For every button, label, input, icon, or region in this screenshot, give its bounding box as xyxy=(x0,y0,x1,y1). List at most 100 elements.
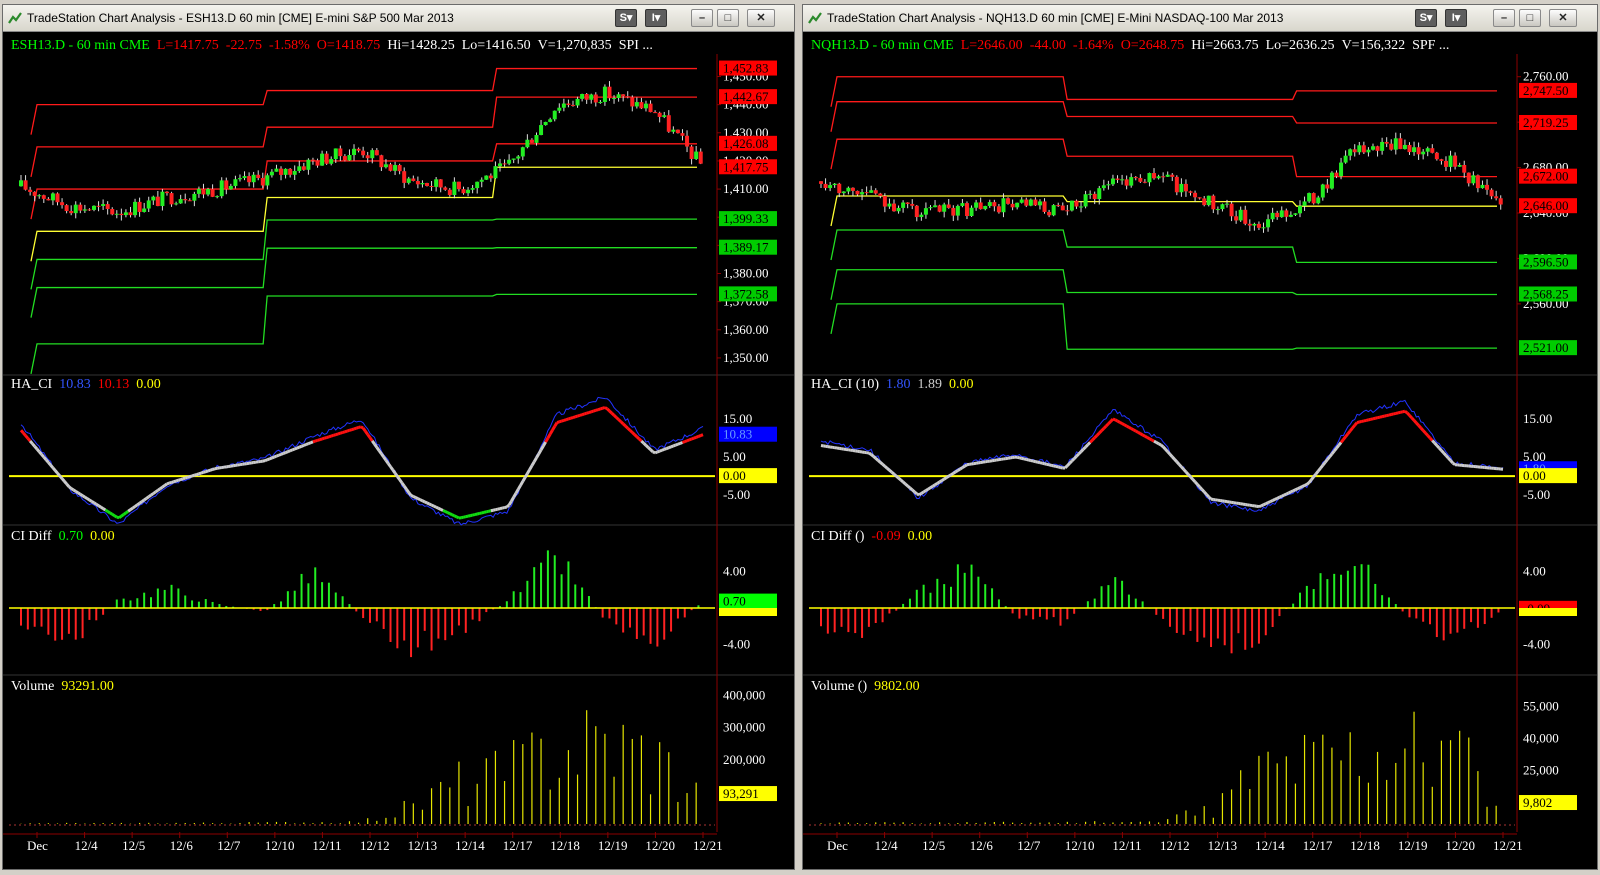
ha-ci-line-segment xyxy=(44,458,50,464)
candle-body xyxy=(616,94,621,98)
candle-body xyxy=(347,155,352,161)
pivot-line-r2 xyxy=(30,96,697,177)
ha-ci-line-segment xyxy=(1290,489,1294,494)
close-button[interactable]: ✕ xyxy=(747,9,775,27)
candle-body xyxy=(837,183,842,194)
s-menu-button[interactable]: S▾ xyxy=(1415,9,1437,27)
candle-body xyxy=(1416,147,1421,155)
close-button[interactable]: ✕ xyxy=(1549,9,1577,27)
ha-ci-line-segment xyxy=(42,456,48,461)
ha-ci-line-segment xyxy=(58,474,64,480)
ha-ci-line-segment xyxy=(1435,444,1441,450)
ha-ci-value-1: 10.83 xyxy=(59,377,91,392)
ha-ci-line-segment xyxy=(1162,445,1167,451)
ha-ci-line-segment xyxy=(400,481,406,487)
ha-ci-line-segment xyxy=(321,436,325,441)
ha-ci-line-segment xyxy=(40,453,45,459)
candle-body xyxy=(580,94,585,99)
ha-ci-line-segment xyxy=(152,490,157,495)
ha-ci-line-segment xyxy=(1063,464,1069,470)
window-titlebar[interactable]: TradeStation Chart Analysis - ESH13.D 60… xyxy=(3,5,794,32)
maximize-button[interactable]: □ xyxy=(1519,9,1541,27)
minimize-button[interactable]: – xyxy=(1493,9,1515,27)
ha-ci-line-segment xyxy=(1066,462,1071,467)
ha-ci-line-segment xyxy=(446,511,451,516)
ha-ci-line-segment xyxy=(1095,432,1101,437)
ha-ci-line-segment xyxy=(342,430,346,434)
date-tick-label: 12/19 xyxy=(1398,838,1428,853)
candle-body xyxy=(1106,184,1111,186)
minimize-button[interactable]: – xyxy=(691,9,713,27)
ha-ci-line-segment xyxy=(67,485,73,490)
candle-body xyxy=(1088,193,1093,195)
candle-body xyxy=(215,196,220,198)
ha-ci-line-segment xyxy=(507,500,513,506)
ha-ci-line-segment xyxy=(886,467,891,472)
ha-ci-line-segment xyxy=(595,408,599,412)
candle-body xyxy=(1120,179,1125,181)
ha-ci-line-segment xyxy=(1265,501,1269,506)
ha-ci-line-segment xyxy=(1440,449,1445,455)
candle-body xyxy=(630,97,635,107)
ha-ci-line-segment xyxy=(1032,459,1036,464)
ha-ci-line-segment xyxy=(512,492,518,498)
ha-ci-line-segment xyxy=(877,459,882,464)
candle-body xyxy=(164,191,169,194)
ha-ci-line-segment xyxy=(77,491,82,496)
ha-ci-line-segment xyxy=(479,511,483,515)
maximize-button[interactable]: □ xyxy=(717,9,739,27)
candle-body xyxy=(1393,138,1398,150)
candle-body xyxy=(1015,202,1020,208)
ha-ci-line-segment xyxy=(1203,490,1208,496)
ha-ci-line-segment xyxy=(488,509,492,513)
i-menu-button[interactable]: I▾ xyxy=(1445,9,1467,27)
candle-body xyxy=(142,208,147,212)
ha-ci-line-segment xyxy=(366,433,372,439)
ha-ci-line-segment xyxy=(1283,492,1287,497)
candle-body xyxy=(1485,184,1490,190)
ha-ci-line-segment xyxy=(465,514,469,519)
ha-ci-line-segment xyxy=(353,426,357,431)
chart-area[interactable]: 1,450.001,440.001,430.001,420.001,410.00… xyxy=(3,32,794,869)
pivot-line-pp xyxy=(830,195,1497,227)
candle-body xyxy=(365,155,370,159)
ha-ci-line-segment xyxy=(97,504,102,509)
candle-body xyxy=(919,214,924,218)
candle-body xyxy=(539,125,544,136)
chart-area[interactable]: 2,760.002,720.002,680.002,640.002,600.00… xyxy=(803,32,1597,869)
i-menu-button[interactable]: I▾ xyxy=(645,9,667,27)
ha-ci-line-segment xyxy=(1189,475,1194,481)
ha-ci-line-segment xyxy=(187,475,191,479)
ha-ci-line-segment xyxy=(118,514,123,519)
ha-ci-line-segment xyxy=(398,478,404,484)
candle-body xyxy=(639,102,644,109)
ha-ci-line-segment xyxy=(874,457,880,462)
candle-body xyxy=(1147,173,1152,183)
candle-body xyxy=(1402,144,1407,150)
ha-ci-line-segment xyxy=(1030,459,1034,463)
window-titlebar[interactable]: TradeStation Chart Analysis - NQH13.D 60… xyxy=(803,5,1597,32)
ha-ci-line-segment xyxy=(597,407,601,412)
ha-ci-line-segment xyxy=(1028,458,1032,462)
candle-body xyxy=(1156,176,1161,179)
ha-ci-line-segment xyxy=(1044,462,1048,466)
s-menu-button[interactable]: S▾ xyxy=(615,9,637,27)
ha-ci-line-segment xyxy=(161,484,166,489)
candle-body xyxy=(78,204,83,211)
candle-body xyxy=(265,175,270,186)
ha-ci-line-segment xyxy=(1278,494,1283,499)
ha-ci-line-segment xyxy=(147,493,152,498)
ha-ci-line-segment xyxy=(368,436,374,442)
candle-body xyxy=(1398,138,1403,150)
ha-ci-line-segment xyxy=(1363,418,1367,423)
ci-diff-value-2: 0.00 xyxy=(90,529,115,544)
candle-body xyxy=(662,115,667,117)
candle-body xyxy=(206,189,211,195)
ha-ci-line-segment xyxy=(495,507,499,512)
ha-ci-line-segment xyxy=(375,446,381,452)
ha-ci-line-segment xyxy=(319,437,323,442)
ha-ci-line-segment xyxy=(1314,470,1320,475)
ha-ci-line-segment xyxy=(317,438,321,442)
date-tick-label: 12/17 xyxy=(1303,838,1333,853)
candle-body xyxy=(850,187,855,191)
